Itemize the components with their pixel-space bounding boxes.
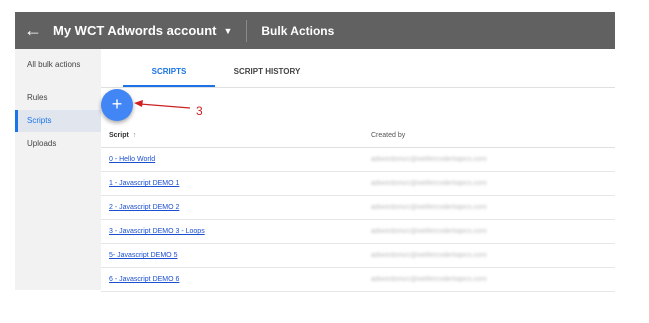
annotation-number: 3 [196, 104, 203, 118]
tab-label: SCRIPTS [151, 67, 187, 76]
created-by-cell: adwordsmcc@wellercodertopics.com [371, 204, 487, 211]
sidebar: All bulk actions Rules Scripts Uploads [15, 49, 101, 290]
sidebar-item-uploads[interactable]: Uploads [15, 133, 101, 155]
caret-down-icon: ▼ [223, 25, 233, 36]
sidebar-item-scripts[interactable]: Scripts [15, 110, 101, 132]
page-title: Bulk Actions [261, 23, 335, 38]
tab-scripts[interactable]: SCRIPTS [123, 49, 215, 87]
sidebar-item-label: All bulk actions [27, 60, 81, 69]
add-script-button[interactable]: + [101, 89, 133, 121]
annotation-arrowhead [134, 100, 143, 107]
add-icon: + [111, 94, 123, 114]
script-link[interactable]: 1 - Javascript DEMO 1 [109, 172, 179, 195]
tab-script-history[interactable]: SCRIPT HISTORY [215, 49, 319, 87]
table-row: 6 - Javascript DEMO 6 adwordsmcc@wellerc… [101, 268, 615, 292]
column-header-label: Script [109, 132, 129, 139]
created-by-cell: adwordsmcc@wellercodertopics.com [371, 180, 487, 187]
sidebar-item-rules[interactable]: Rules [15, 87, 101, 109]
tab-bar: SCRIPTS SCRIPT HISTORY [101, 49, 615, 88]
header-divider [246, 19, 248, 42]
table-row: 3 - Javascript DEMO 3 - Loops adwordsmcc… [101, 220, 615, 244]
table-row: 0 - Hello World adwordsmcc@wellercoderto… [101, 148, 615, 172]
script-link[interactable]: 0 - Hello World [109, 148, 155, 171]
script-link[interactable]: 3 - Javascript DEMO 3 - Loops [109, 220, 205, 243]
annotation-arrow [134, 100, 191, 109]
arrow-back-icon[interactable]: ← [19, 20, 47, 41]
account-selector[interactable]: My WCT Adwords account ▼ [53, 23, 232, 38]
top-app-bar: ← My WCT Adwords account ▼ Bulk Actions [15, 12, 615, 49]
column-header-created-by: Created by [371, 125, 405, 147]
script-link[interactable]: 6 - Javascript DEMO 6 [109, 268, 179, 291]
column-header-label: Created by [371, 132, 406, 139]
sidebar-item-label: Rules [27, 93, 48, 102]
main-content: SCRIPTS SCRIPT HISTORY + Script ↑ Created… [101, 49, 615, 292]
table-row: 1 - Javascript DEMO 1 adwordsmcc@wellerc… [101, 172, 615, 196]
created-by-cell: adwordsmcc@wellercodertopics.com [371, 252, 487, 259]
sidebar-item-all-bulk-actions[interactable]: All bulk actions [15, 54, 101, 76]
column-header-script[interactable]: Script ↑ [109, 125, 136, 147]
sidebar-item-label: Uploads [27, 139, 57, 148]
table-header: Script ↑ Created by [101, 125, 615, 148]
created-by-cell: adwordsmcc@wellercodertopics.com [371, 276, 487, 283]
tab-label: SCRIPT HISTORY [233, 67, 301, 76]
script-link[interactable]: 5- Javascript DEMO 5 [109, 244, 177, 267]
script-link[interactable]: 2 - Javascript DEMO 2 [109, 196, 179, 219]
created-by-cell: adwordsmcc@wellercodertopics.com [371, 156, 487, 163]
table-row: 5- Javascript DEMO 5 adwordsmcc@wellerco… [101, 244, 615, 268]
sidebar-item-label: Scripts [27, 116, 52, 125]
sort-ascending-icon: ↑ [132, 132, 137, 139]
created-by-cell: adwordsmcc@wellercodertopics.com [371, 228, 487, 235]
table-row: 2 - Javascript DEMO 2 adwordsmcc@wellerc… [101, 196, 615, 220]
annotation-arrow-line [139, 103, 191, 109]
account-name: My WCT Adwords account [53, 23, 217, 38]
